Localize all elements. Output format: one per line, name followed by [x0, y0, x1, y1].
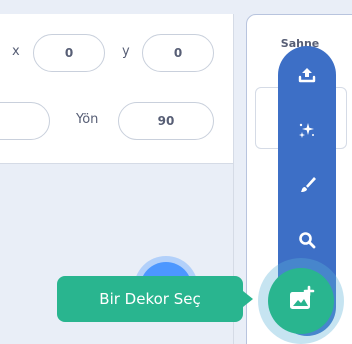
- choose-backdrop-button[interactable]: [268, 268, 334, 334]
- sprite-info-panel: x 0 y 0 0 Yön 90: [0, 0, 234, 164]
- surprise-icon: [297, 120, 317, 140]
- panel-top-strip: [0, 0, 234, 14]
- choose-backdrop-library-button[interactable]: [278, 220, 336, 260]
- surprise-backdrop-button[interactable]: [278, 110, 336, 150]
- choose-backdrop-tooltip: Bir Dekor Seç: [57, 276, 243, 322]
- direction-input[interactable]: 90: [118, 102, 214, 140]
- paint-icon: [297, 175, 317, 195]
- upload-backdrop-button[interactable]: [278, 55, 336, 95]
- direction-label: Yön: [76, 112, 99, 127]
- y-input[interactable]: 0: [142, 34, 214, 72]
- choose-backdrop-icon: [287, 285, 315, 317]
- search-icon: [297, 230, 317, 250]
- tooltip-arrow: [243, 291, 253, 307]
- x-label: x: [12, 44, 20, 59]
- paint-backdrop-button[interactable]: [278, 165, 336, 205]
- size-input[interactable]: 0: [0, 102, 50, 140]
- upload-icon: [297, 65, 317, 85]
- scratch-editor-fragment: x 0 y 0 0 Yön 90 Sahne: [0, 0, 352, 344]
- x-input[interactable]: 0: [33, 34, 105, 72]
- y-label: y: [122, 44, 130, 59]
